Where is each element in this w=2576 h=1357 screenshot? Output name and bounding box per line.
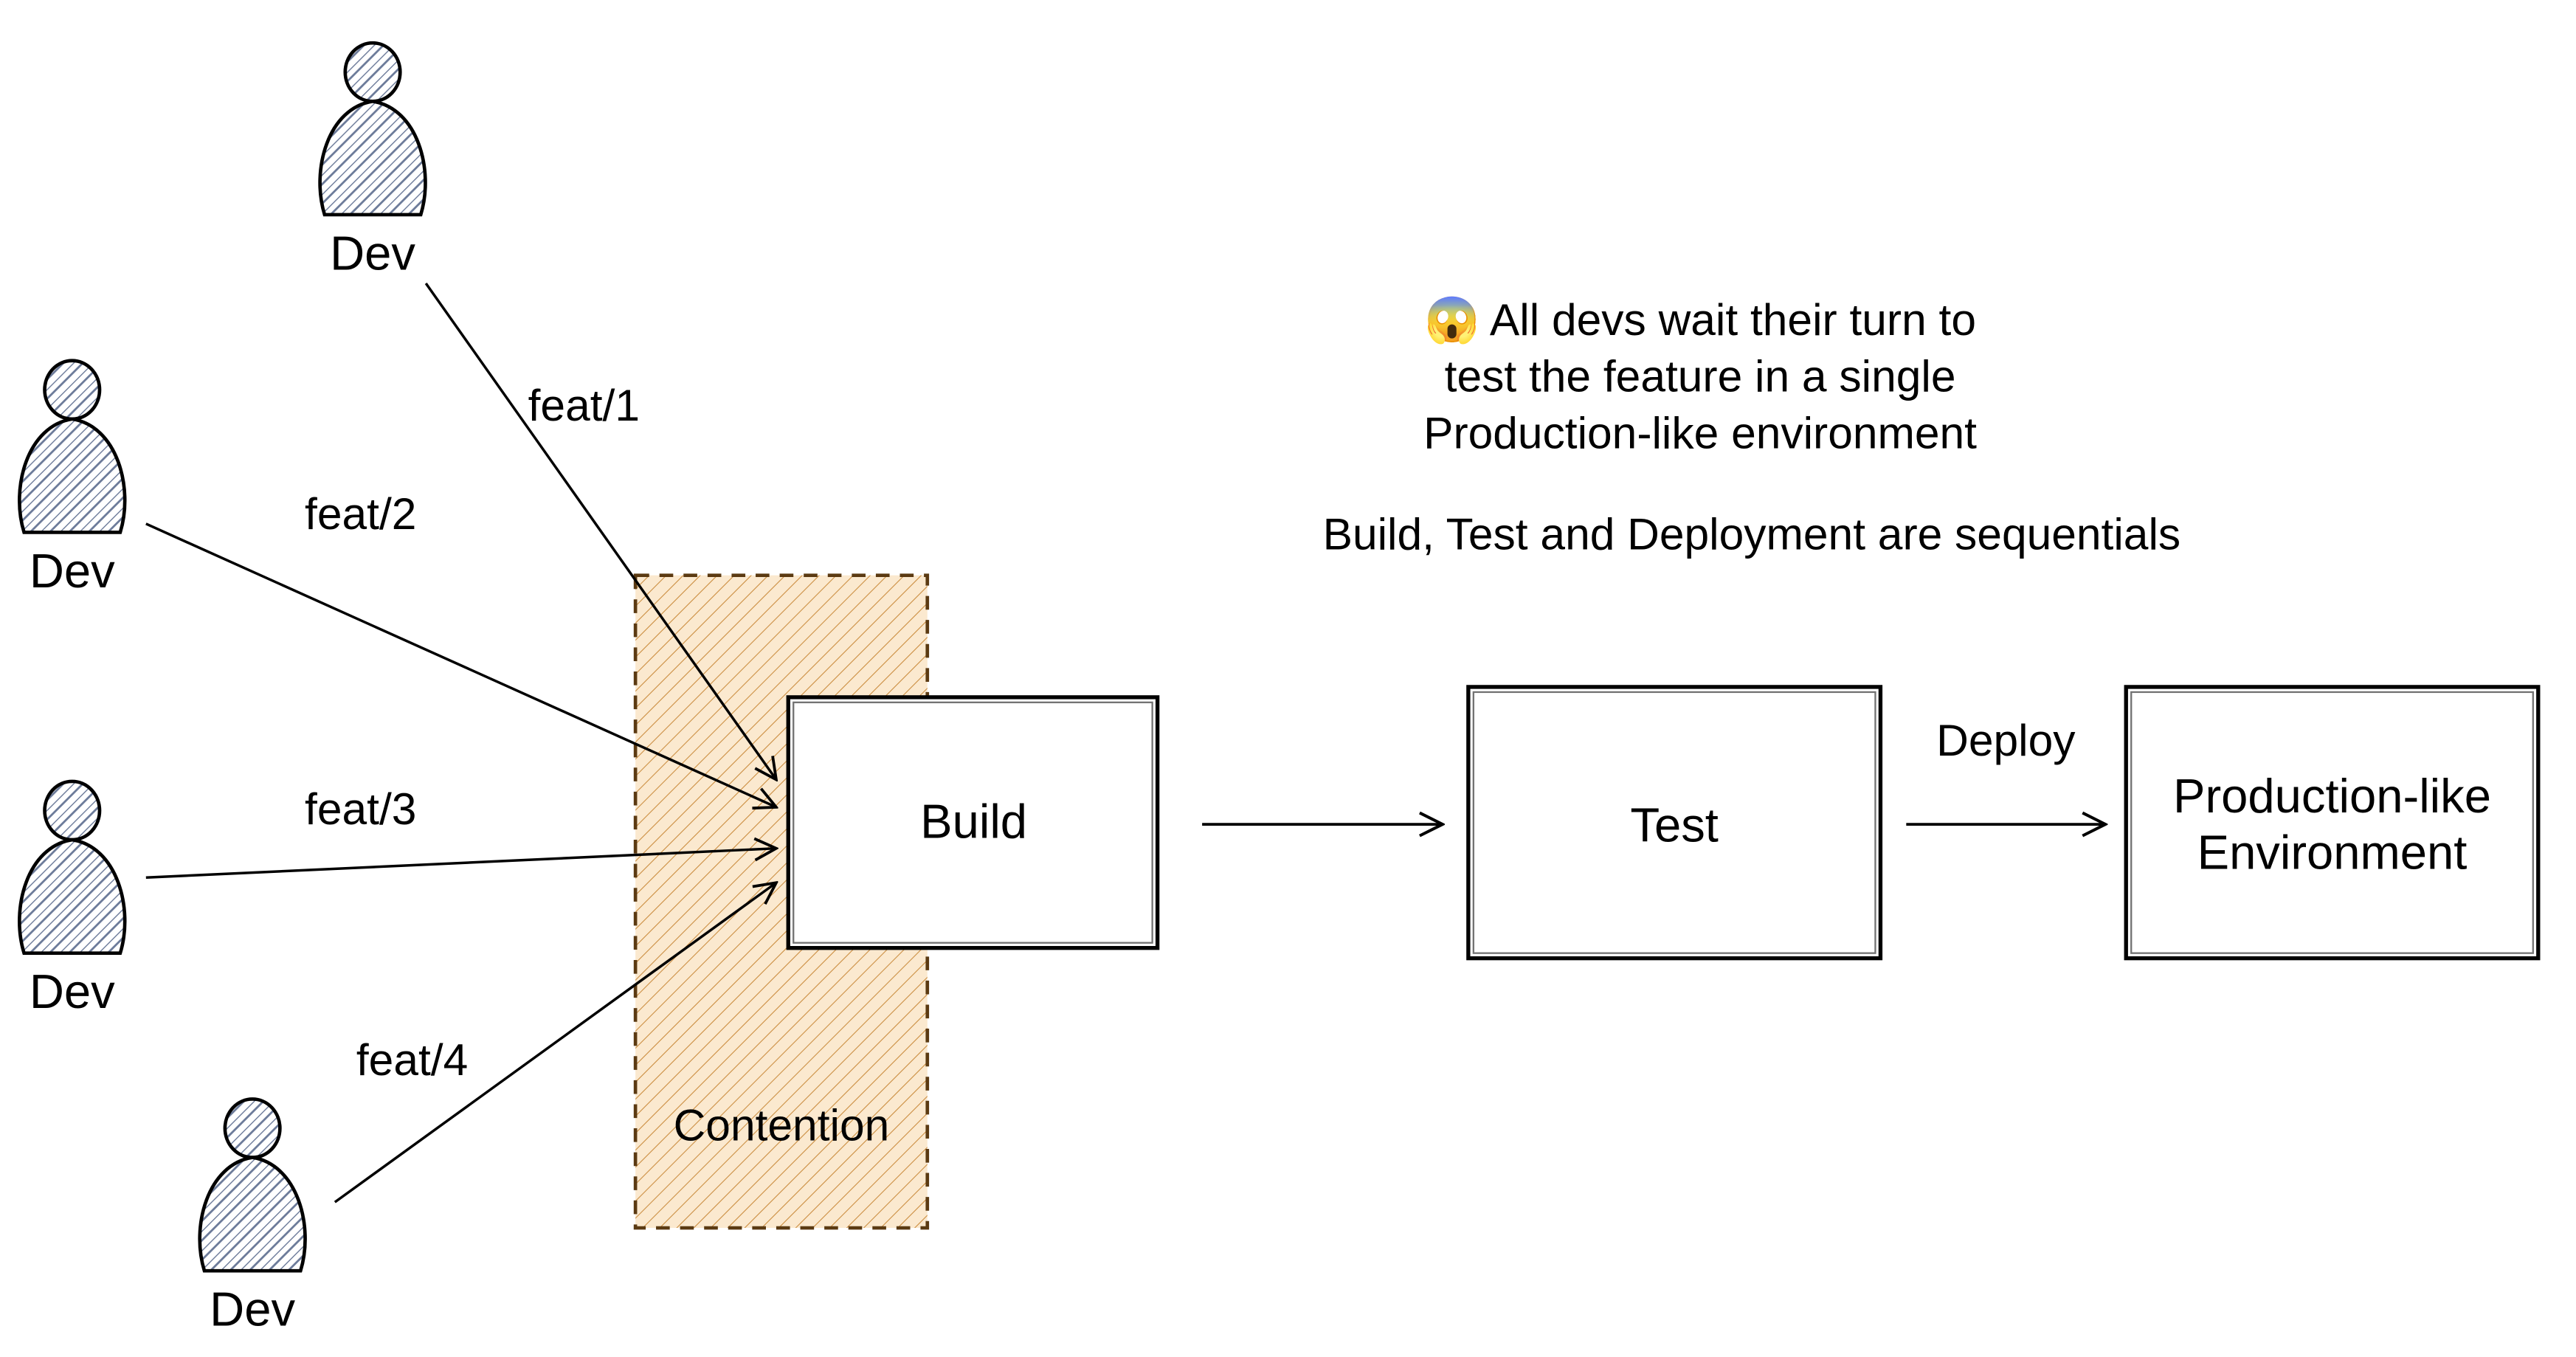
test-box: Test <box>1468 687 1881 959</box>
annotation-line2: test the feature in a single <box>1445 351 1956 401</box>
test-label: Test <box>1630 798 1719 852</box>
annotation-emoji: 😱 <box>1424 294 1479 347</box>
prod-label-line1: Production-like <box>2173 769 2491 823</box>
contention-label: Contention <box>674 1099 890 1150</box>
dev-actor-4: Dev <box>200 1099 305 1336</box>
build-box: Build <box>788 697 1157 948</box>
deploy-label: Deploy <box>1936 715 2076 765</box>
dev-actor-3: Dev <box>19 781 125 1018</box>
feat-4-label: feat/4 <box>356 1035 468 1085</box>
dev-actor-1: Dev <box>320 43 426 280</box>
prod-label-line2: Environment <box>2197 826 2468 880</box>
pipeline-diagram: Contention Build Test Production-like En… <box>0 0 2576 1357</box>
feat-2-label: feat/2 <box>305 488 416 539</box>
annotation-block: 😱 All devs wait their turn to test the f… <box>1323 294 2181 559</box>
build-label: Build <box>920 795 1027 849</box>
dev-label-4: Dev <box>210 1282 295 1336</box>
arrow-feat-1 <box>426 283 776 780</box>
dev-label-3: Dev <box>30 964 115 1018</box>
feat-3-label: feat/3 <box>305 784 416 834</box>
dev-label-1: Dev <box>330 226 415 280</box>
feat-1-label: feat/1 <box>528 380 640 430</box>
dev-label-2: Dev <box>30 544 115 598</box>
svg-text:😱 All devs wait their turn to: 😱 All devs wait their turn to <box>1424 294 1976 347</box>
annotation-line1: All devs wait their turn to <box>1479 294 1976 345</box>
annotation-line4: Build, Test and Deployment are sequentia… <box>1323 509 2181 559</box>
prod-box: Production-like Environment <box>2126 687 2538 959</box>
dev-actor-2: Dev <box>19 361 125 598</box>
annotation-line3: Production-like environment <box>1423 407 1977 457</box>
